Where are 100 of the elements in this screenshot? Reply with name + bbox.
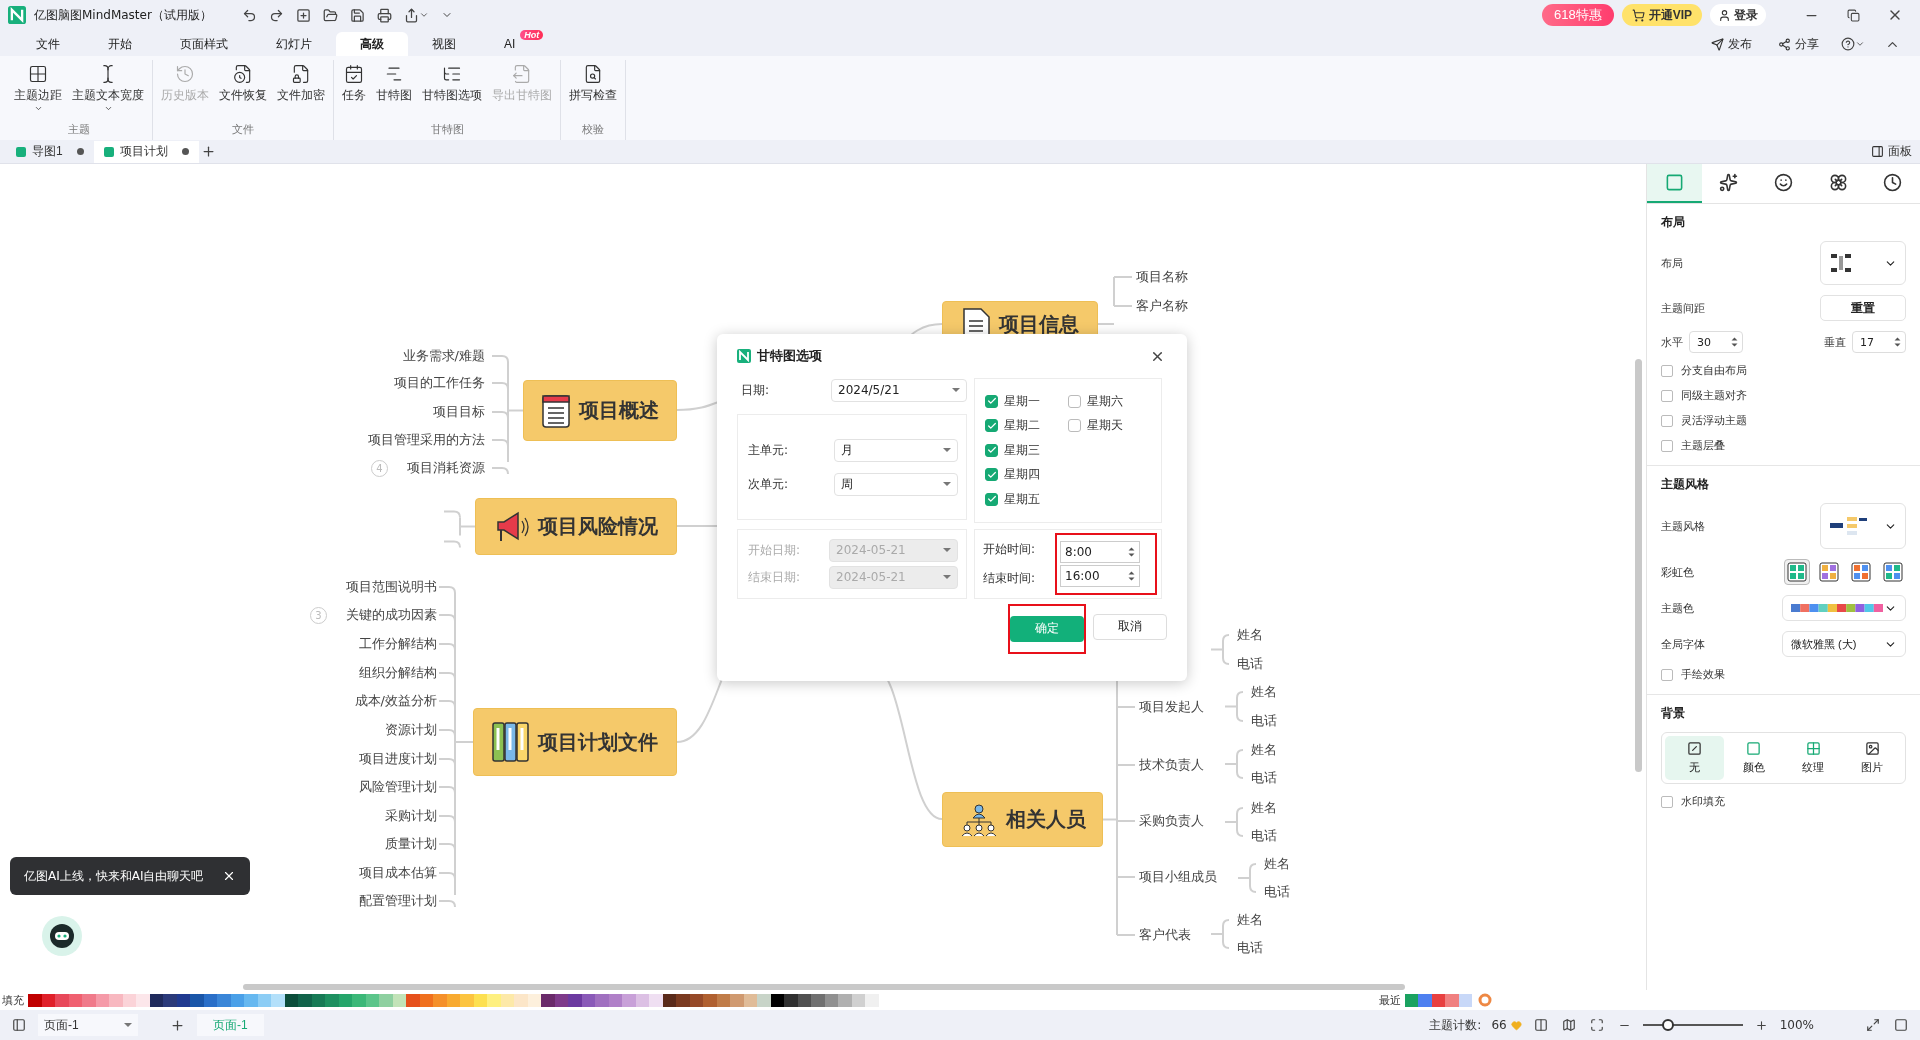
subtopic-label[interactable]: 姓名	[1264, 854, 1290, 874]
palette-label: 填充	[2, 992, 24, 1008]
subtopic-label[interactable]: 项目进度计划	[359, 749, 437, 769]
topic-count: 66	[1491, 1018, 1507, 1032]
subtopic-label[interactable]: 业务需求/难题	[402, 346, 485, 366]
palette-label: 最近	[1378, 992, 1401, 1008]
ribbon-button[interactable]: 拼写检查	[565, 60, 621, 122]
document-tab[interactable]: 导图1	[6, 140, 94, 163]
menu-tab[interactable]: 页面样式	[156, 32, 252, 56]
field-label: 主单元:	[748, 441, 789, 459]
subtopic-label[interactable]: 客户代表	[1139, 925, 1191, 945]
subtopic-label[interactable]: 组织分解结构	[359, 663, 437, 683]
number-field[interactable]: 17	[1852, 331, 1906, 353]
subtopic-label[interactable]: 成本/效益分析	[354, 691, 437, 711]
time-spinner[interactable]: 8:00	[1060, 540, 1140, 563]
subtopic-label[interactable]: 姓名	[1251, 682, 1277, 702]
login-button[interactable]: 登录	[1710, 4, 1766, 26]
panel-toggle[interactable]: 面板	[1865, 142, 1920, 161]
menu-tab[interactable]: 文件	[12, 32, 84, 56]
subtopic-label[interactable]: 项目目标	[433, 402, 485, 422]
subtopic-label[interactable]: 电话	[1251, 711, 1277, 731]
background-option[interactable]: 颜色	[1724, 736, 1784, 780]
topic-count-label: 主题计数:	[1429, 1016, 1482, 1034]
subtopic-label[interactable]: 工作分解结构	[359, 634, 437, 654]
checkbox-label: 星期五	[1004, 490, 1040, 508]
subtopic-label[interactable]: 电话	[1251, 826, 1277, 846]
subtopic-label[interactable]: 客户名称	[1136, 296, 1188, 316]
ribbon-button[interactable]: 主题文本宽度	[68, 60, 148, 122]
toolbar-action[interactable]: 发布	[1705, 32, 1758, 56]
subtopic-label[interactable]: 采购负责人	[1139, 811, 1204, 831]
field-label: 开始日期:	[748, 541, 801, 559]
topic-node[interactable]: 相关人员	[942, 792, 1103, 847]
subtopic-label[interactable]: 姓名	[1237, 910, 1263, 930]
time-spinner[interactable]: 16:00	[1060, 564, 1140, 587]
topic-node[interactable]: 项目概述	[523, 380, 677, 441]
subtopic-label[interactable]: 项目名称	[1136, 267, 1188, 287]
ribbon-button[interactable]: 主题边距	[10, 60, 66, 122]
section-title: 布局	[1661, 214, 1686, 231]
subtopic-label[interactable]: 电话	[1237, 654, 1263, 674]
checkbox-label: 灵活浮动主题	[1681, 413, 1747, 428]
toolbar-action[interactable]: 分享	[1772, 32, 1825, 56]
unit-select[interactable]: 周	[834, 472, 958, 496]
checkbox-label: 星期三	[1004, 441, 1040, 459]
reset-button[interactable]: 重置	[1820, 295, 1906, 321]
subtopic-label[interactable]: 姓名	[1251, 740, 1277, 760]
ribbon-button[interactable]: 甘特图选项	[418, 60, 486, 122]
page-dropdown[interactable]: 页面-1	[38, 1014, 138, 1036]
background-option[interactable]: 无	[1665, 736, 1725, 780]
ribbon-button[interactable]: 甘特图	[372, 60, 416, 122]
subtopic-label[interactable]: 项目管理采用的方法	[368, 430, 485, 450]
topic-node[interactable]: 项目风险情况	[475, 498, 677, 555]
field-label: 开始时间:	[983, 540, 1037, 558]
subtopic-label[interactable]: 资源计划	[385, 720, 437, 740]
menu-tab[interactable]: 高级	[336, 32, 408, 56]
checkbox-label: 同级主题对齐	[1681, 388, 1747, 403]
field-label: 日期:	[741, 381, 770, 399]
subtopic-label[interactable]: 项目成本估算	[359, 863, 437, 883]
group-label: 文件	[232, 122, 254, 138]
subtopic-label[interactable]: 电话	[1251, 768, 1277, 788]
menu-tab[interactable]: 视图	[408, 32, 480, 56]
background-option[interactable]: 纹理	[1783, 736, 1843, 780]
subtopic-label[interactable]: 配置管理计划	[359, 891, 437, 911]
field-label: 主题色	[1661, 600, 1694, 616]
menu-tab[interactable]: 幻灯片	[252, 32, 336, 56]
subtopic-label[interactable]: 关键的成功因素	[346, 605, 437, 625]
subtopic-label[interactable]: 项目发起人	[1139, 697, 1204, 717]
subtopic-label[interactable]: 风险管理计划	[359, 777, 437, 797]
checkbox-label: 星期二	[1004, 417, 1040, 435]
date-select[interactable]: 2024/5/21	[831, 378, 967, 402]
topic-title: 项目风险情况	[538, 513, 658, 540]
subtopic-label[interactable]: 姓名	[1237, 625, 1263, 645]
vip-button[interactable]: 开通VIP	[1621, 4, 1702, 26]
checkbox-label: 星期一	[1004, 392, 1040, 410]
subtopic-label[interactable]: 项目消耗资源	[407, 458, 485, 478]
background-option[interactable]: 图片	[1842, 736, 1902, 780]
checkbox-label: 主题层叠	[1681, 438, 1725, 453]
cancel-button[interactable]: 取消	[1093, 613, 1167, 640]
subtopic-label[interactable]: 姓名	[1251, 798, 1277, 818]
unit-select[interactable]: 月	[834, 438, 958, 462]
subtopic-label[interactable]: 项目范围说明书	[346, 577, 437, 597]
subtopic-label[interactable]: 电话	[1237, 938, 1263, 958]
checkbox-label: 星期天	[1087, 417, 1123, 435]
topic-node[interactable]: 项目计划文件	[473, 708, 677, 776]
ribbon-button[interactable]: 文件加密	[273, 60, 329, 122]
subtopic-label[interactable]: 采购计划	[385, 806, 437, 826]
ribbon-button[interactable]: 文件恢复	[215, 60, 271, 122]
subtopic-label[interactable]: 技术负责人	[1139, 755, 1204, 775]
font-dropdown[interactable]: 微软雅黑 (大)	[1782, 631, 1906, 657]
menu-tab[interactable]: 开始	[84, 32, 156, 56]
field-label: 彩虹色	[1661, 564, 1694, 580]
field-label: 结束时间:	[983, 569, 1037, 587]
subtopic-label[interactable]: 质量计划	[385, 834, 437, 854]
document-tab[interactable]: 项目计划	[93, 140, 199, 163]
group-label: 主题	[68, 122, 90, 138]
subtopic-label[interactable]: 项目的工作任务	[394, 373, 485, 393]
subtopic-label[interactable]: 电话	[1264, 882, 1290, 902]
subtopic-label[interactable]: 项目小组成员	[1139, 867, 1217, 887]
ribbon-button[interactable]: 任务	[338, 60, 370, 122]
number-field[interactable]: 30	[1689, 331, 1743, 353]
topic-title: 相关人员	[1005, 806, 1086, 833]
